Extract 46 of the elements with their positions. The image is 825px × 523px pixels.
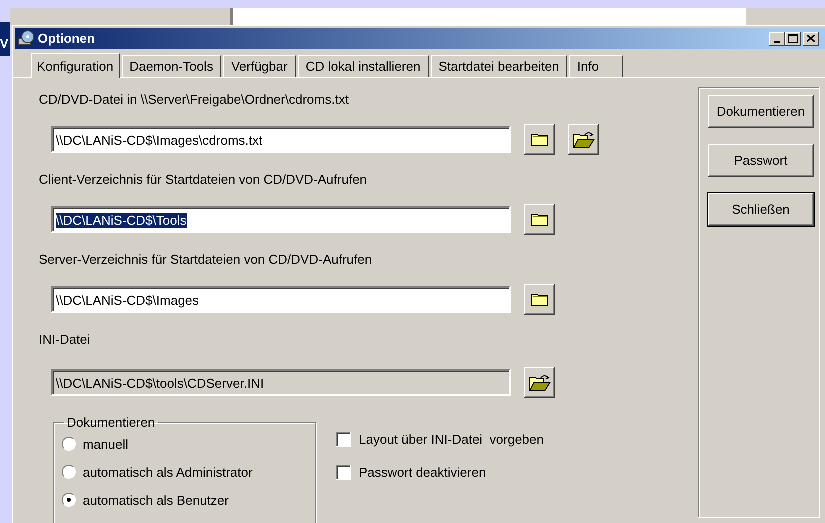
radio-button[interactable] [62,493,76,507]
radio-button[interactable] [62,437,76,451]
group-title: Dokumentieren [66,415,156,430]
folder-icon [530,292,548,307]
tab[interactable]: Verfügbar [223,55,296,77]
field-label: Server-Verzeichnis für Startdateien von CD/DVD-Aufrufen [39,252,374,268]
field-label: CD/DVD-Datei in \\Server\Freigabe\Ordner\cdroms.txt [39,92,350,108]
path-field[interactable]: \\DC\LANiS-CD$\Tools [51,206,511,233]
tab[interactable]: Daemon-Tools [122,55,222,77]
checkbox[interactable] [336,432,351,446]
folder-button[interactable] [524,124,555,155]
cd-computer-icon [18,30,36,47]
checkbox[interactable] [336,464,351,480]
folder-icon [530,212,548,227]
dialog-button[interactable]: Dokumentieren [708,95,814,128]
window-title: Optionen [38,31,96,46]
field-label: INI-Datei [39,332,92,348]
path-field[interactable]: \\DC\LANiS-CD$\Images\cdroms.txt [51,126,511,153]
dialog-button[interactable]: Schließen [708,193,814,226]
radio-label: manuell [83,436,129,452]
folder-icon [530,132,548,147]
minimize-icon [774,40,780,42]
dialog-button[interactable]: Passwort [708,144,814,177]
path-field[interactable]: \\DC\LANiS-CD$\Images [51,286,511,313]
radio-label: automatisch als Benutzer [83,492,229,508]
open-folder-icon [528,374,550,392]
maximize-button[interactable] [785,32,801,46]
tab[interactable]: CD lokal installieren [298,55,429,77]
close-icon [807,35,815,42]
maximize-icon [788,34,798,43]
open-folder-button[interactable] [568,124,599,155]
close-button[interactable] [803,32,819,46]
radio-label: automatisch als Administrator [83,464,253,480]
field-label: Client-Verzeichnis für Startdateien von CD/DVD-Aufrufen [39,172,368,188]
tab[interactable]: Konfiguration [31,53,120,78]
open-folder-icon [572,130,594,148]
background-window-title: V [0,36,9,51]
tab[interactable]: Info [569,55,624,77]
checkbox-label: Passwort deaktivieren [359,464,486,480]
open-folder-button[interactable] [524,367,555,398]
checkbox-label: Layout über INI-Datei vorgeben [359,432,544,446]
folder-button[interactable] [524,284,555,315]
folder-button[interactable] [524,204,555,235]
minimize-button[interactable] [769,32,785,46]
tab[interactable]: Startdatei bearbeiten [430,55,568,77]
radio-button[interactable] [62,465,76,479]
